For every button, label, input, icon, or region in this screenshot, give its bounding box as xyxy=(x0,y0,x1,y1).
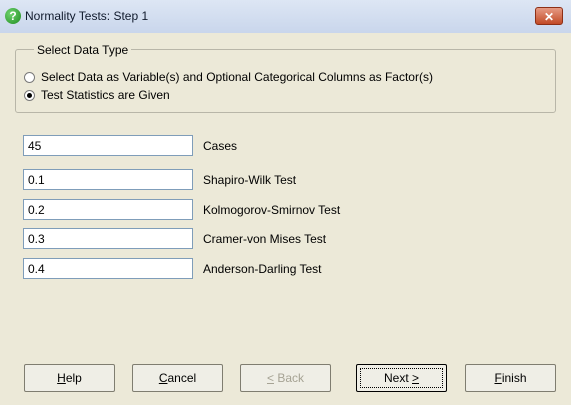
anderson-darling-label: Anderson-Darling Test xyxy=(203,262,322,276)
radio-button[interactable] xyxy=(24,89,35,101)
cases-input[interactable]: 45 xyxy=(23,135,193,156)
close-button[interactable]: ✕ xyxy=(535,7,563,25)
title-bar: ? Normality Tests: Step 1 ✕ xyxy=(0,0,571,34)
dialog-body: Select Data Type Select Data as Variable… xyxy=(0,33,571,405)
help-button[interactable]: Help xyxy=(24,364,115,392)
group-legend: Select Data Type xyxy=(34,43,132,57)
radio-label: Test Statistics are Given xyxy=(41,88,170,102)
shapiro-wilk-input[interactable]: 0.1 xyxy=(23,169,193,190)
cramer-von-mises-input[interactable]: 0.3 xyxy=(23,228,193,249)
cramer-von-mises-label: Cramer-von Mises Test xyxy=(203,232,327,246)
radio-option-statistics[interactable]: Test Statistics are Given xyxy=(24,88,170,102)
radio-button[interactable] xyxy=(24,71,35,83)
cases-label: Cases xyxy=(203,139,238,153)
radio-option-variables[interactable]: Select Data as Variable(s) and Optional … xyxy=(24,70,433,84)
radio-selected-dot xyxy=(27,92,32,98)
kolmogorov-smirnov-label: Kolmogorov-Smirnov Test xyxy=(203,203,341,217)
window-title: Normality Tests: Step 1 xyxy=(25,9,149,23)
next-button[interactable]: Next > xyxy=(356,364,447,392)
kolmogorov-smirnov-input[interactable]: 0.2 xyxy=(23,199,193,220)
back-button[interactable]: < Back xyxy=(240,364,331,392)
question-icon: ? xyxy=(5,8,21,24)
shapiro-wilk-label: Shapiro-Wilk Test xyxy=(203,173,297,187)
finish-button[interactable]: Finish xyxy=(465,364,556,392)
radio-label: Select Data as Variable(s) and Optional … xyxy=(41,70,433,84)
close-icon: ✕ xyxy=(543,10,555,24)
cancel-button[interactable]: Cancel xyxy=(132,364,223,392)
anderson-darling-input[interactable]: 0.4 xyxy=(23,258,193,279)
